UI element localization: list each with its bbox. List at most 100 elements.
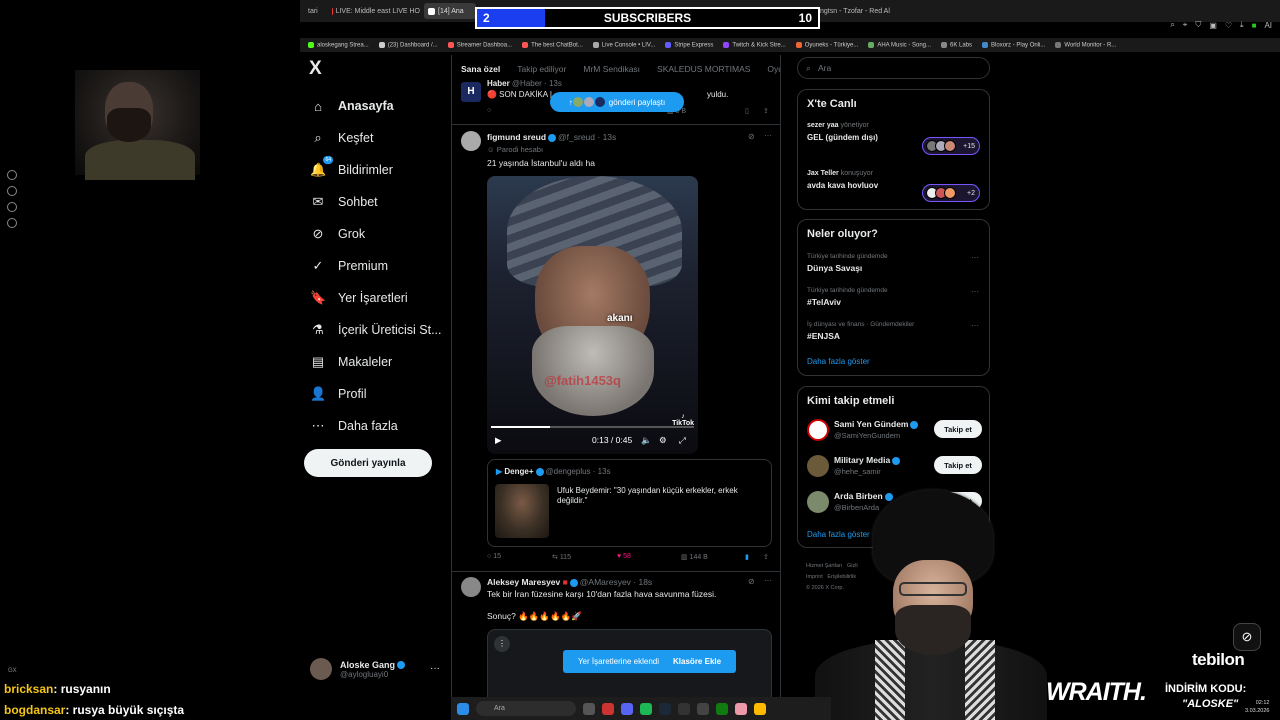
bookmark-item[interactable]: The best ChatBot...	[522, 41, 583, 48]
browser-tab[interactable]: tari	[308, 3, 328, 19]
play-icon[interactable]: ▶	[495, 435, 502, 446]
bookmark-item[interactable]: 6K Labs	[941, 41, 972, 48]
post[interactable]: figmund sreud @f_sreud · 13s ⊘ ··· ☺ Paro…	[452, 126, 780, 572]
reply-icon[interactable]: ○	[487, 107, 491, 114]
search-icon[interactable]: ⌕	[1170, 20, 1174, 30]
post-button[interactable]: Gönderi yayınla	[304, 449, 432, 477]
more-icon[interactable]: ···	[971, 253, 979, 262]
ai-button[interactable]: AI	[1264, 21, 1272, 30]
bookmark-item[interactable]: Oyuneks - Türkiye...	[795, 41, 858, 48]
avatar[interactable]	[461, 131, 481, 151]
sidebar-item[interactable]: ⋯ Daha fazla	[310, 410, 450, 442]
shield-icon[interactable]: ⛉	[1195, 20, 1201, 30]
follow-suggestion[interactable]: Military Media @hehe_samir Takip et	[807, 453, 982, 479]
reply-button[interactable]: ○ 15	[487, 553, 501, 560]
quoted-post[interactable]: ▶ Denge+ @dengeplus · 13s Ufuk Beydemir: …	[487, 459, 772, 547]
tab-list[interactable]: SKALEDUS MORTIMAS	[657, 64, 750, 74]
browser-tab[interactable]: LIVE: Middle east LIVE HO	[332, 3, 420, 19]
bookmark-item[interactable]: World Monitor - R...	[1055, 41, 1116, 48]
trend-item[interactable]: Türkiye tarihinde gündemde Dünya Savaşı	[807, 253, 888, 273]
avatar[interactable]	[461, 577, 481, 597]
sidebar-item[interactable]: ⚗ İçerik Üreticisi St...	[310, 314, 450, 346]
follow-suggestion[interactable]: Sami Yen Gündem @SamiYenGundem Takip et	[807, 417, 982, 443]
grok-icon[interactable]: ⊘	[748, 132, 755, 141]
avatar[interactable]	[807, 419, 829, 441]
trend-item[interactable]: Türkiye tarihinde gündemde #TelAviv	[807, 287, 888, 307]
sidebar-item[interactable]: ⊘ Grok	[310, 218, 450, 250]
pin-icon[interactable]: ⌖	[1183, 20, 1188, 30]
epic-games-icon[interactable]	[678, 702, 690, 715]
account-switcher[interactable]: Aloske Gang @aylogluayi0 ···	[310, 658, 450, 680]
bookmark-item[interactable]: Twitch & Kick Stre...	[723, 41, 786, 48]
history-icon[interactable]	[7, 186, 17, 196]
views-button[interactable]: ▥ 144 B	[681, 553, 708, 561]
app-icon[interactable]	[735, 702, 747, 715]
post-author[interactable]: Aleksey Maresyev ■ @AMaresyev · 18s	[487, 577, 652, 587]
download-icon[interactable]: ⤓	[1240, 20, 1244, 30]
avatar[interactable]: H	[461, 82, 481, 102]
more-icon[interactable]: ···	[430, 663, 440, 674]
live-listeners[interactable]: +15	[922, 137, 980, 155]
repost-button[interactable]: ⇆ 115	[552, 553, 571, 561]
add-to-folder-button[interactable]: Klasöre Ekle	[673, 657, 721, 666]
bookmark-icon[interactable]: ▮	[745, 553, 749, 561]
settings-icon[interactable]	[7, 218, 17, 228]
browser-tab-active[interactable]: [14] Ana	[424, 3, 476, 19]
bookmark-item[interactable]: aloskegang Strea...	[308, 41, 369, 48]
extension-icon[interactable]: ■	[1252, 21, 1257, 30]
task-view-icon[interactable]	[583, 702, 595, 715]
sidebar-item[interactable]: ⌂ Anasayfa	[310, 90, 450, 122]
grok-button[interactable]: ⊘	[1233, 623, 1261, 651]
bookmark-icon[interactable]: ▯	[745, 107, 749, 115]
browser-tab[interactable]: ngtsn - Tzofar - Red Al	[820, 3, 920, 19]
tab-following[interactable]: Takip ediliyor	[517, 64, 566, 74]
video-progress[interactable]	[491, 426, 694, 428]
share-icon[interactable]: ⇪	[763, 107, 769, 115]
chat-icon[interactable]	[7, 202, 17, 212]
live-space[interactable]: sezer yaa yönetiyor GEL (gündem dışı)	[807, 122, 878, 142]
clock-icon[interactable]	[7, 170, 17, 180]
trend-item[interactable]: İş dünyası ve finans · Gündemdekiler #ENJ…	[807, 321, 914, 341]
windows-start-icon[interactable]	[457, 702, 469, 715]
opera-gx-icon[interactable]	[602, 702, 614, 715]
show-more-link[interactable]: Daha fazla göster	[807, 357, 870, 366]
sidebar-item[interactable]: ✉ Sohbet	[310, 186, 450, 218]
tab-for-you[interactable]: Sana özel	[461, 64, 500, 74]
spotify-icon[interactable]	[640, 702, 652, 715]
post-author[interactable]: figmund sreud @f_sreud · 13s	[487, 132, 616, 142]
follow-button[interactable]: Takip et	[934, 420, 982, 438]
taskbar-search[interactable]: Ara	[476, 701, 576, 716]
steam-icon[interactable]	[659, 702, 671, 715]
avatar[interactable]	[807, 455, 829, 477]
new-posts-pill[interactable]: ↑ gönderi paylaştı	[550, 92, 684, 112]
folder-icon[interactable]	[754, 702, 766, 715]
sidebar-item[interactable]: 👤 Profil	[310, 378, 450, 410]
bookmark-item[interactable]: AHA Music - Song...	[868, 41, 931, 48]
more-vertical-icon[interactable]: ⋮	[494, 636, 510, 652]
video-player[interactable]: akanı @fatih1453q ♪ TikTok ▶ 0:13 / 0:45 …	[487, 176, 698, 454]
like-button[interactable]: ♥ 58	[617, 553, 631, 560]
sidebar-item[interactable]: ✓ Premium	[310, 250, 450, 282]
bookmark-item[interactable]: Bloxorz - Play Onli...	[982, 41, 1045, 48]
live-listeners[interactable]: +2	[922, 184, 980, 202]
discord-icon[interactable]	[621, 702, 633, 715]
sidebar-item[interactable]: 🔖 Yer İşaretleri	[310, 282, 450, 314]
more-icon[interactable]: ···	[764, 131, 772, 140]
bookmark-item[interactable]: (23) Dashboard /...	[378, 41, 438, 48]
camera-icon[interactable]: ▣	[1209, 21, 1217, 30]
quote-author[interactable]: ▶ Denge+ @dengeplus · 13s	[496, 467, 611, 476]
search-input[interactable]: ⌕ Ara	[797, 57, 990, 79]
more-icon[interactable]: ···	[971, 321, 979, 330]
volume-icon[interactable]: 🔈	[641, 435, 652, 446]
xbox-icon[interactable]	[716, 702, 728, 715]
bookmark-item[interactable]: Live Console • LIV...	[592, 41, 655, 48]
bookmark-item[interactable]: Stripe Express	[665, 41, 713, 48]
obs-icon[interactable]	[697, 702, 709, 715]
post-author[interactable]: Haber @Haber · 13s	[487, 79, 562, 88]
heart-icon[interactable]: ♡	[1225, 21, 1232, 30]
sidebar-item[interactable]: 🔔 64 Bildirimler	[310, 154, 450, 186]
x-logo[interactable]: X	[309, 58, 322, 80]
fullscreen-icon[interactable]: ⤢	[679, 435, 686, 446]
share-icon[interactable]: ⇪	[763, 553, 769, 561]
sidebar-item[interactable]: ⌕ Keşfet	[310, 122, 450, 154]
